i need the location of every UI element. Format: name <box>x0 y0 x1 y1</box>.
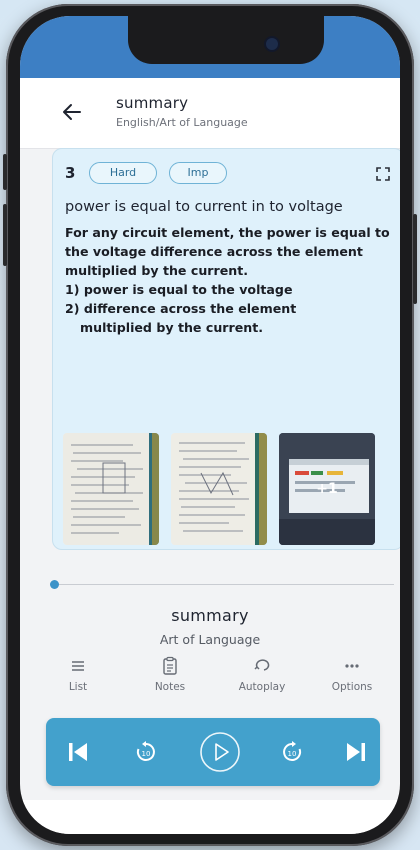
volume-up-button <box>3 204 7 266</box>
svg-text:10: 10 <box>142 750 151 758</box>
body-line: multiplied by the current. <box>80 320 264 335</box>
notes-icon <box>163 656 177 675</box>
handwritten-notes-image <box>171 433 267 545</box>
body-line: the voltage difference across the elemen… <box>65 244 363 259</box>
card-number: 3 <box>65 164 76 182</box>
progress-track[interactable] <box>54 584 394 585</box>
card-heading: power is equal to current in to voltage <box>65 199 343 215</box>
skip-next-button[interactable] <box>336 732 376 772</box>
notes-label: Notes <box>154 681 186 693</box>
skip-next-icon <box>347 743 365 761</box>
skip-previous-button[interactable] <box>58 732 98 772</box>
svg-text:10: 10 <box>288 750 297 758</box>
progress-knob[interactable] <box>50 580 59 589</box>
forward-10-button[interactable]: 10 <box>272 732 312 772</box>
breadcrumb: English/Art of Language <box>116 116 248 129</box>
options-button[interactable]: Options <box>314 656 390 693</box>
forward-10-icon: 10 <box>283 741 302 761</box>
app-screen: summary English/Art of Language 3 Hard I… <box>20 16 400 834</box>
list-icon <box>72 661 84 671</box>
rewind-10-button[interactable]: 10 <box>126 732 166 772</box>
handwritten-notes-image <box>63 433 159 545</box>
front-camera <box>266 38 278 50</box>
player-controls: 10 10 <box>46 718 380 786</box>
body-line: multiplied by the current. <box>65 263 249 278</box>
tag-chip-imp[interactable]: Imp <box>169 162 227 184</box>
autoplay-label: Autoplay <box>238 681 286 693</box>
image-thumbnail[interactable] <box>171 433 267 545</box>
skip-previous-icon <box>69 743 87 761</box>
card-body-text: For any circuit element, the power is eq… <box>65 223 395 337</box>
tag-chip-hard[interactable]: Hard <box>89 162 157 184</box>
image-thumbnail[interactable] <box>63 433 159 545</box>
image-thumbnail-more[interactable]: +1 <box>279 433 375 545</box>
more-images-count: +1 <box>316 481 338 497</box>
notes-button[interactable]: Notes <box>132 656 208 693</box>
replay-10-icon: 10 <box>136 741 155 761</box>
body-line: For any circuit element, the power is eq… <box>65 225 390 240</box>
home-indicator-area <box>20 800 400 834</box>
play-button[interactable] <box>196 728 244 776</box>
list-button[interactable]: List <box>40 656 116 693</box>
body-line: 2) difference across the element <box>65 301 297 316</box>
list-label: List <box>68 681 88 693</box>
autoplay-icon <box>254 659 270 671</box>
summary-card[interactable]: 3 Hard Imp power is equal to current in … <box>52 148 400 550</box>
play-icon <box>200 732 240 772</box>
track-subtitle: Art of Language <box>159 632 261 647</box>
page-title: summary <box>116 94 189 112</box>
track-title: summary <box>171 606 249 625</box>
back-arrow-icon[interactable] <box>60 100 84 124</box>
options-label: Options <box>331 681 373 693</box>
expand-icon[interactable] <box>375 166 391 182</box>
phone-frame: summary English/Art of Language 3 Hard I… <box>3 4 417 846</box>
autoplay-button[interactable]: Autoplay <box>224 656 300 693</box>
body-line: 1) power is equal to the voltage <box>65 282 293 297</box>
app-header: summary English/Art of Language <box>20 78 400 149</box>
power-button <box>413 214 417 304</box>
mute-switch <box>3 154 7 190</box>
more-icon <box>345 664 359 668</box>
notch <box>128 16 324 64</box>
